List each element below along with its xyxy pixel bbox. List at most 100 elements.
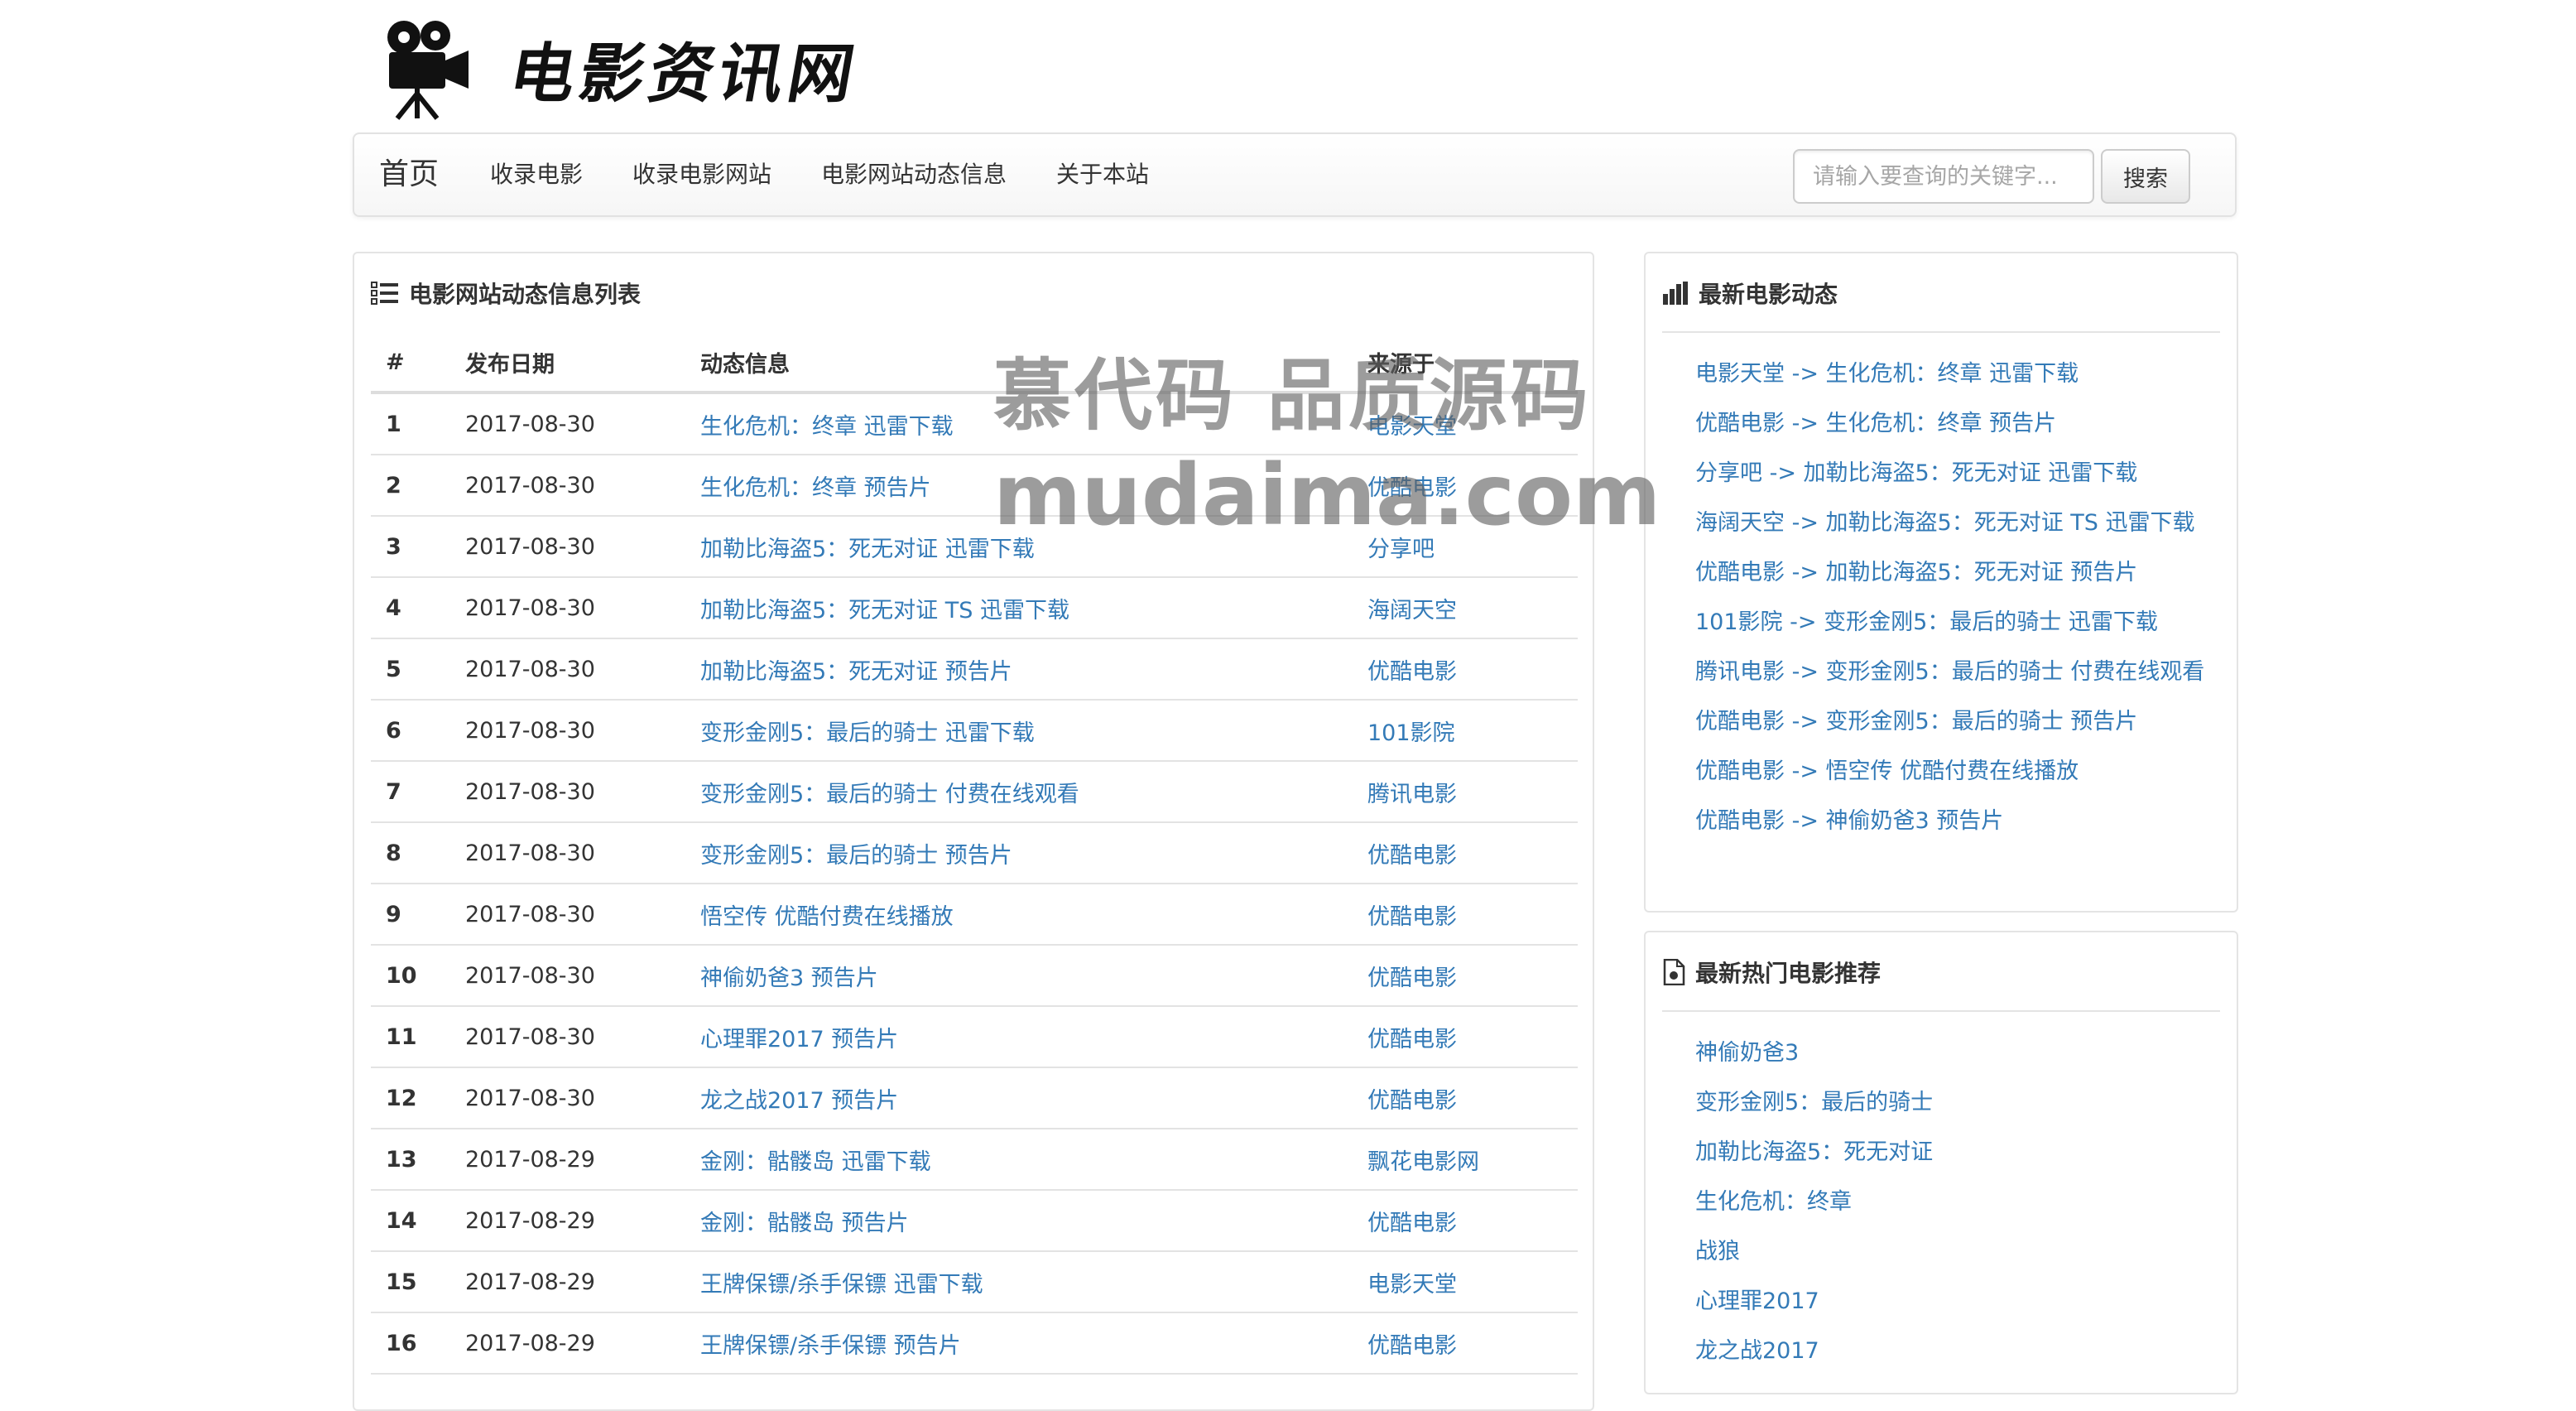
row-number: 7 — [371, 761, 450, 823]
row-date: 2017-08-30 — [450, 945, 685, 1007]
row-info-cell: 加勒比海盗5：死无对证 迅雷下载 — [685, 516, 1353, 578]
row-source-cell: 电影天堂 — [1353, 392, 1578, 455]
row-info-cell: 变形金刚5：最后的骑士 预告片 — [685, 822, 1353, 884]
search-input[interactable] — [1793, 149, 2094, 204]
latest-news-panel: 最新电影动态 电影天堂 -> 生化危机：终章 迅雷下载 优酷电影 -> 生化危机：… — [1644, 252, 2238, 913]
row-date: 2017-08-29 — [450, 1312, 685, 1375]
nav-home-link[interactable]: 首页 — [379, 134, 439, 215]
row-info-link[interactable]: 加勒比海盗5：死无对证 TS 迅雷下载 — [700, 598, 1069, 624]
row-source-link[interactable]: 电影天堂 — [1367, 414, 1457, 440]
row-date: 2017-08-30 — [450, 516, 685, 578]
hot-movie-link[interactable]: 龙之战2017 — [1695, 1338, 1819, 1364]
list-item: 海阔天空 -> 加勒比海盗5：死无对证 TS 迅雷下载 — [1695, 507, 2208, 540]
nav-link-about[interactable]: 关于本站 — [1056, 134, 1149, 215]
news-link[interactable]: 海阔天空 -> 加勒比海盗5：死无对证 TS 迅雷下载 — [1695, 510, 2195, 536]
news-link[interactable]: 优酷电影 -> 神偷奶爸3 预告片 — [1695, 808, 2003, 834]
nav-link-movies[interactable]: 收录电影 — [490, 134, 583, 215]
row-info-link[interactable]: 龙之战2017 预告片 — [700, 1088, 898, 1114]
row-info-link[interactable]: 王牌保镖/杀手保镖 预告片 — [700, 1333, 961, 1359]
row-info-link[interactable]: 神偷奶爸3 预告片 — [700, 966, 878, 991]
table-row: 16 2017-08-29 王牌保镖/杀手保镖 预告片 优酷电影 — [371, 1312, 1578, 1375]
row-date: 2017-08-30 — [450, 638, 685, 701]
nav-link-site-updates[interactable]: 电影网站动态信息 — [821, 134, 1007, 215]
row-date: 2017-08-30 — [450, 700, 685, 762]
news-link[interactable]: 电影天堂 -> 生化危机：终章 迅雷下载 — [1695, 361, 2079, 387]
row-source-link[interactable]: 腾讯电影 — [1367, 782, 1457, 807]
row-source-cell: 优酷电影 — [1353, 822, 1578, 884]
news-link[interactable]: 优酷电影 -> 变形金刚5：最后的骑士 预告片 — [1695, 709, 2137, 734]
news-link[interactable]: 优酷电影 -> 悟空传 优酷付费在线播放 — [1695, 758, 2079, 784]
news-link[interactable]: 分享吧 -> 加勒比海盗5：死无对证 迅雷下载 — [1695, 460, 2137, 486]
table-row: 5 2017-08-30 加勒比海盗5：死无对证 预告片 优酷电影 — [371, 638, 1578, 701]
row-number: 8 — [371, 822, 450, 884]
row-info-link[interactable]: 变形金刚5：最后的骑士 付费在线观看 — [700, 782, 1079, 807]
news-link[interactable]: 腾讯电影 -> 变形金刚5：最后的骑士 付费在线观看 — [1695, 659, 2204, 685]
row-date: 2017-08-30 — [450, 1067, 685, 1129]
row-source-link[interactable]: 优酷电影 — [1367, 1027, 1457, 1052]
news-link[interactable]: 优酷电影 -> 加勒比海盗5：死无对证 预告片 — [1695, 560, 2137, 585]
row-source-link[interactable]: 飘花电影网 — [1367, 1149, 1479, 1175]
hot-movie-link[interactable]: 战狼 — [1695, 1239, 1740, 1264]
list-item: 神偷奶爸3 — [1695, 1037, 2208, 1070]
row-source-link[interactable]: 优酷电影 — [1367, 475, 1457, 501]
row-date: 2017-08-29 — [450, 1251, 685, 1313]
row-source-link[interactable]: 分享吧 — [1367, 537, 1435, 562]
row-source-link[interactable]: 优酷电影 — [1367, 904, 1457, 930]
table-header-row: # 发布日期 动态信息 来源于 — [371, 333, 1578, 394]
row-info-link[interactable]: 悟空传 优酷付费在线播放 — [700, 904, 954, 930]
hot-movie-link[interactable]: 神偷奶爸3 — [1695, 1040, 1799, 1066]
table-body: 1 2017-08-30 生化危机：终章 迅雷下载 电影天堂 2 2017-08-30 生化… — [371, 392, 1578, 1375]
hot-movie-link[interactable]: 变形金刚5：最后的骑士 — [1695, 1090, 1933, 1115]
row-info-link[interactable]: 心理罪2017 预告片 — [700, 1027, 898, 1052]
row-source-link[interactable]: 电影天堂 — [1367, 1272, 1457, 1298]
list-item: 优酷电影 -> 悟空传 优酷付费在线播放 — [1695, 755, 2208, 788]
row-source-cell: 飘花电影网 — [1353, 1129, 1578, 1191]
latest-news-heading: 最新电影动态 — [1662, 277, 1838, 310]
row-source-cell: 优酷电影 — [1353, 945, 1578, 1007]
site-logo[interactable]: 电影资讯网 — [382, 15, 865, 123]
search-button[interactable]: 搜索 — [2101, 149, 2190, 204]
row-info-link[interactable]: 金刚：骷髅岛 预告片 — [700, 1211, 909, 1236]
table-row: 12 2017-08-30 龙之战2017 预告片 优酷电影 — [371, 1067, 1578, 1129]
site-logo-text: 电影资讯网 — [503, 36, 865, 112]
row-source-link[interactable]: 101影院 — [1367, 720, 1455, 746]
row-source-link[interactable]: 优酷电影 — [1367, 659, 1457, 685]
news-link[interactable]: 优酷电影 -> 生化危机：终章 预告片 — [1695, 411, 2056, 436]
row-date: 2017-08-30 — [450, 392, 685, 455]
row-number: 15 — [371, 1251, 450, 1313]
row-info-link[interactable]: 加勒比海盗5：死无对证 迅雷下载 — [700, 537, 1035, 562]
news-link[interactable]: 101影院 -> 变形金刚5：最后的骑士 迅雷下载 — [1695, 609, 2158, 635]
row-number: 12 — [371, 1067, 450, 1129]
row-source-link[interactable]: 优酷电影 — [1367, 1333, 1457, 1359]
row-source-cell: 电影天堂 — [1353, 1251, 1578, 1313]
row-info-link[interactable]: 变形金刚5：最后的骑士 预告片 — [700, 843, 1012, 869]
row-info-cell: 生化危机：终章 迅雷下载 — [685, 392, 1353, 455]
nav-link-movie-sites[interactable]: 收录电影网站 — [632, 134, 771, 215]
row-info-link[interactable]: 金刚：骷髅岛 迅雷下载 — [700, 1149, 931, 1175]
latest-news-title: 最新电影动态 — [1699, 281, 1838, 308]
list-item: 101影院 -> 变形金刚5：最后的骑士 迅雷下载 — [1695, 606, 2208, 639]
hot-movie-link[interactable]: 生化危机：终章 — [1695, 1189, 1852, 1215]
row-info-cell: 神偷奶爸3 预告片 — [685, 945, 1353, 1007]
row-source-link[interactable]: 海阔天空 — [1367, 598, 1457, 624]
divider — [1662, 331, 2220, 333]
row-info-link[interactable]: 王牌保镖/杀手保镖 迅雷下载 — [700, 1272, 983, 1298]
column-header-info: 动态信息 — [685, 333, 1353, 394]
table-row: 11 2017-08-30 心理罪2017 预告片 优酷电影 — [371, 1006, 1578, 1068]
hot-movie-link[interactable]: 加勒比海盗5：死无对证 — [1695, 1139, 1933, 1165]
row-date: 2017-08-30 — [450, 577, 685, 639]
row-source-cell: 优酷电影 — [1353, 1312, 1578, 1375]
row-source-link[interactable]: 优酷电影 — [1367, 1211, 1457, 1236]
row-date: 2017-08-30 — [450, 455, 685, 517]
row-source-link[interactable]: 优酷电影 — [1367, 843, 1457, 869]
row-info-link[interactable]: 加勒比海盗5：死无对证 预告片 — [700, 659, 1012, 685]
row-info-link[interactable]: 生化危机：终章 迅雷下载 — [700, 414, 954, 440]
row-source-link[interactable]: 优酷电影 — [1367, 966, 1457, 991]
row-info-link[interactable]: 变形金刚5：最后的骑士 迅雷下载 — [700, 720, 1035, 746]
table-row: 10 2017-08-30 神偷奶爸3 预告片 优酷电影 — [371, 945, 1578, 1007]
row-source-link[interactable]: 优酷电影 — [1367, 1088, 1457, 1114]
row-number: 4 — [371, 577, 450, 639]
hot-movie-link[interactable]: 心理罪2017 — [1695, 1288, 1819, 1314]
row-number: 10 — [371, 945, 450, 1007]
row-info-link[interactable]: 生化危机：终章 预告片 — [700, 475, 931, 501]
